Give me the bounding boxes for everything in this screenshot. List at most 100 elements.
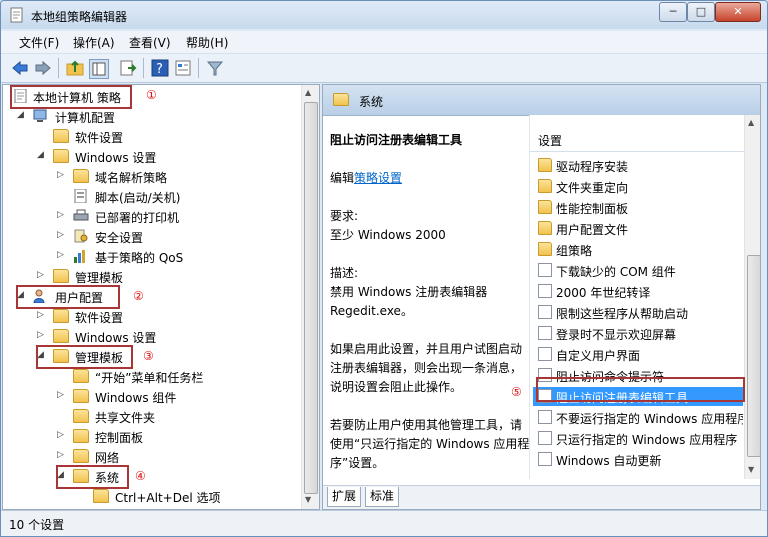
expand-arrow-icon[interactable]: ▷ <box>57 170 67 180</box>
list-item-label: 只运行指定的 Windows 应用程序 <box>556 433 738 447</box>
tree-node-windows-settings[interactable]: ◢ Windows 设置 <box>37 148 297 166</box>
minimize-button[interactable]: ─ <box>659 2 687 22</box>
toolbar: ? <box>1 54 767 83</box>
tree-node-security[interactable]: ▷ 安全设置 <box>57 228 297 246</box>
menu-help[interactable]: 帮助(H) <box>186 34 228 51</box>
list-item[interactable]: 不要运行指定的 Windows 应用程序 <box>533 408 743 427</box>
tree-node-ctrl-alt-del[interactable]: Ctrl+Alt+Del 选项 <box>77 488 297 506</box>
settings-column-header[interactable]: 设置 <box>530 129 745 152</box>
title-bar[interactable]: 本地组策略编辑器 ─ □ ✕ <box>1 1 767 29</box>
expand-arrow-icon[interactable]: ▷ <box>57 210 67 220</box>
list-item[interactable]: 文件夹重定向 <box>533 177 743 196</box>
tab-standard[interactable]: 标准 <box>365 487 400 507</box>
highlight-box-2 <box>16 285 120 309</box>
menu-file[interactable]: 文件(F) <box>19 34 59 51</box>
up-folder-icon[interactable] <box>66 59 84 77</box>
details-header: 系统 <box>323 85 760 116</box>
list-item[interactable]: 限制这些程序从帮助启动 <box>533 303 743 322</box>
folder-icon <box>73 169 89 183</box>
properties-icon[interactable] <box>174 59 192 77</box>
help-icon[interactable]: ? <box>151 59 169 77</box>
tree-node-name-resolution[interactable]: ▷ 域名解析策略 <box>57 168 297 186</box>
list-item[interactable]: Windows 自动更新 <box>533 450 743 469</box>
tree-scroll-thumb[interactable] <box>304 102 318 494</box>
tree-scrollbar[interactable]: ▲ ▼ <box>301 85 319 509</box>
list-item-label: 2000 年世纪转译 <box>556 286 651 300</box>
list-item[interactable]: 只运行指定的 Windows 应用程序 <box>533 429 743 448</box>
setting-icon <box>538 431 552 445</box>
maximize-button[interactable]: □ <box>687 2 715 22</box>
annotation-3: ③ <box>143 349 154 363</box>
forward-arrow-icon[interactable] <box>34 59 52 77</box>
list-item-label: 组策略 <box>556 244 593 258</box>
highlight-box-4 <box>56 465 129 489</box>
menu-view[interactable]: 查看(V) <box>129 34 171 51</box>
tree-node-admin-templates[interactable]: ▷ 管理模板 <box>37 268 297 286</box>
highlight-box-5 <box>536 377 745 402</box>
expand-arrow-icon[interactable]: ▷ <box>57 430 67 440</box>
expand-arrow-icon[interactable]: ▷ <box>37 310 47 320</box>
highlight-box-1 <box>10 85 132 109</box>
collapse-arrow-icon[interactable]: ◢ <box>17 110 27 120</box>
list-scroll-thumb[interactable] <box>747 255 760 457</box>
list-item[interactable]: 组策略 <box>533 240 743 259</box>
scroll-down-arrow-icon[interactable]: ▼ <box>748 465 754 474</box>
tree-node-printers[interactable]: ▷ 已部署的打印机 <box>57 208 297 226</box>
list-item[interactable]: 登录时不显示欢迎屏幕 <box>533 324 743 343</box>
expand-arrow-icon[interactable]: ▷ <box>37 270 47 280</box>
window-title: 本地组策略编辑器 <box>31 10 128 24</box>
tree-node-user-software-settings[interactable]: ▷ 软件设置 <box>37 308 297 326</box>
tree-node-scripts[interactable]: 脚本(启动/关机) <box>57 188 297 206</box>
scroll-up-arrow-icon[interactable]: ▲ <box>748 118 754 127</box>
list-item[interactable]: 2000 年世纪转译 <box>533 282 743 301</box>
tree-node-user-windows-settings[interactable]: ▷ Windows 设置 <box>37 328 297 346</box>
list-scrollbar[interactable]: ▲ ▼ <box>744 115 760 479</box>
expand-arrow-icon[interactable]: ▷ <box>37 330 47 340</box>
printer-icon <box>73 209 89 223</box>
expand-arrow-icon[interactable]: ▷ <box>57 230 67 240</box>
menu-action[interactable]: 操作(A) <box>73 34 115 51</box>
chart-icon <box>73 249 89 263</box>
list-item[interactable]: 用户配置文件 <box>533 219 743 238</box>
tree-node-qos[interactable]: ▷ 基于策略的 QoS <box>57 248 297 266</box>
tree-node-control-panel[interactable]: ▷ 控制面板 <box>57 428 297 446</box>
list-item-label: 驱动程序安装 <box>556 160 629 174</box>
expand-arrow-icon[interactable]: ▷ <box>57 250 67 260</box>
tree-node-windows-components[interactable]: ▷ Windows 组件 <box>57 388 297 406</box>
filter-icon[interactable] <box>206 59 224 77</box>
requirement-label: 要求: <box>330 209 359 223</box>
expand-arrow-icon[interactable]: ▷ <box>57 450 67 460</box>
highlight-box-3 <box>36 345 133 369</box>
setting-icon <box>538 452 552 466</box>
tree-node-start-menu[interactable]: “开始”菜单和任务栏 <box>57 368 297 386</box>
tree-node-software-settings[interactable]: 软件设置 <box>37 128 297 146</box>
expand-arrow-icon[interactable]: ▷ <box>57 390 67 400</box>
status-text: 10 个设置 <box>9 518 65 532</box>
folder-icon <box>73 429 89 443</box>
tree-node-computer-config[interactable]: ◢ 计算机配置 <box>17 108 307 126</box>
setting-icon <box>538 263 552 277</box>
settings-list[interactable]: 设置 驱动程序安装文件夹重定向 性能控制面板 用户配置文件组策略下载缺少的 COM … <box>529 115 745 479</box>
list-item-label: 下载缺少的 COM 组件 <box>556 265 676 279</box>
tab-extended[interactable]: 扩展 <box>327 487 362 507</box>
list-item[interactable]: 自定义用户界面 <box>533 345 743 364</box>
collapse-arrow-icon[interactable]: ◢ <box>37 150 47 160</box>
annotation-1: ① <box>146 88 157 102</box>
tree-pane[interactable]: 本地计算机 策略 ◢ 计算机配置 软件设置 ◢ Windows 设置 ▷ 域名解… <box>2 84 320 510</box>
list-item[interactable]: 驱动程序安装 <box>533 156 743 175</box>
export-list-icon[interactable] <box>119 59 137 77</box>
folder-icon <box>538 221 552 235</box>
scroll-up-arrow-icon[interactable]: ▲ <box>305 88 311 97</box>
tree-node-shared-folders[interactable]: 共享文件夹 <box>57 408 297 426</box>
list-item[interactable]: 性能控制面板 <box>533 198 743 217</box>
description-paragraph-1: 如果启用此设置，并且用户试图启动注册表编辑器，则会出现一条消息，说明设置会阻止此… <box>330 342 523 394</box>
edit-policy-link[interactable]: 策略设置 <box>354 171 402 185</box>
scroll-down-arrow-icon[interactable]: ▼ <box>305 495 311 504</box>
show-hide-tree-icon[interactable] <box>89 59 109 79</box>
back-arrow-icon[interactable] <box>11 59 29 77</box>
close-button[interactable]: ✕ <box>715 2 761 22</box>
tree-node-network[interactable]: ▷ 网络 <box>57 448 297 466</box>
folder-icon <box>538 158 552 172</box>
folder-icon <box>93 489 109 503</box>
list-item[interactable]: 下载缺少的 COM 组件 <box>533 261 743 280</box>
